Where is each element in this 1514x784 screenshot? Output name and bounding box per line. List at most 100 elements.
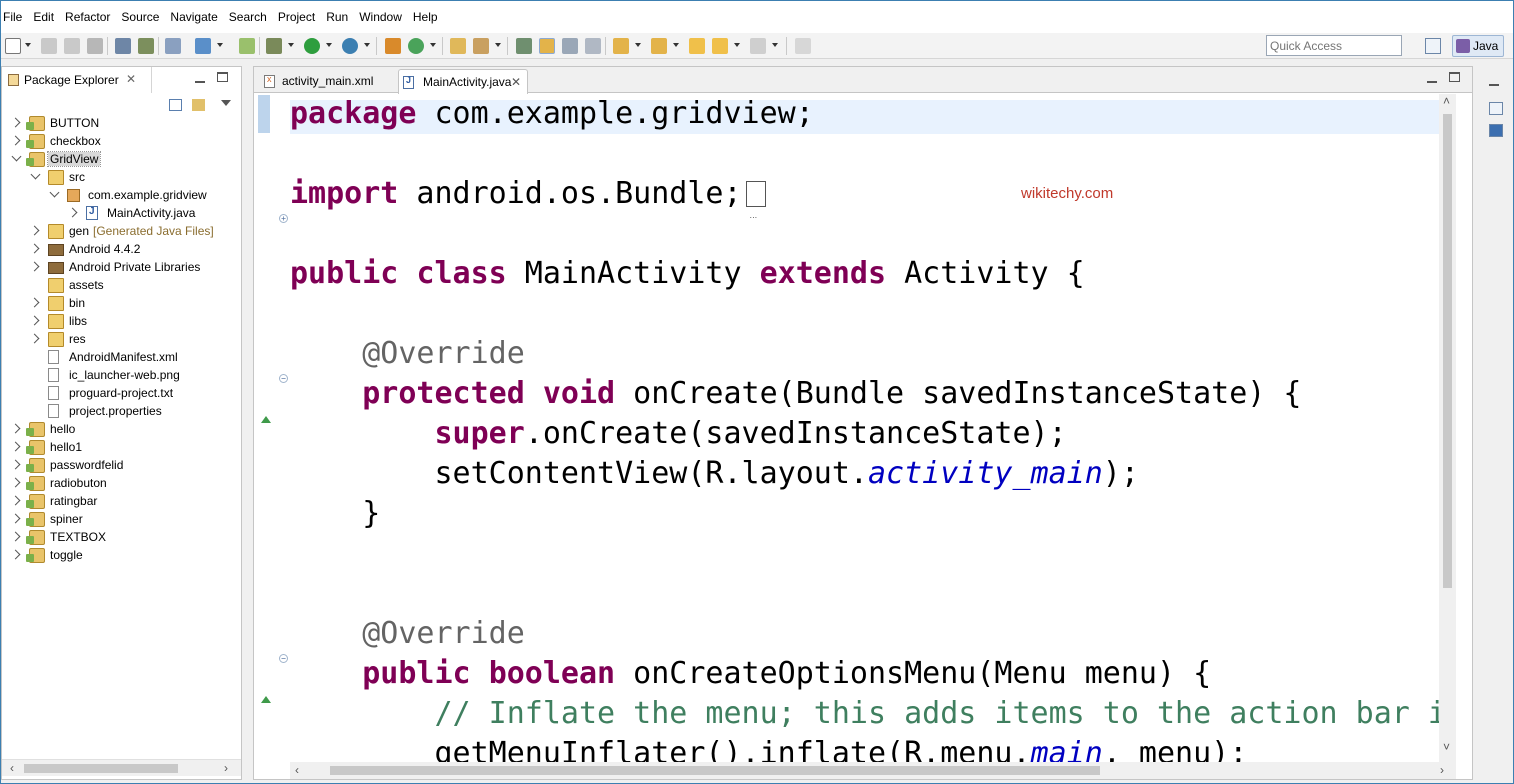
menu-project[interactable]: Project — [278, 10, 323, 24]
new-class-dropdown-icon[interactable] — [430, 43, 436, 47]
forward-dropdown-icon[interactable] — [772, 43, 778, 47]
folded-code-icon[interactable] — [745, 181, 766, 236]
tab-main-activity-java[interactable]: MainActivity.java ✕ — [398, 69, 528, 94]
menu-refactor[interactable]: Refactor — [65, 10, 118, 24]
chevron-right-icon[interactable] — [10, 135, 21, 146]
minimize-view-icon[interactable] — [195, 73, 205, 83]
scrollbar-thumb[interactable] — [330, 766, 1100, 775]
chevron-right-icon[interactable] — [10, 423, 21, 434]
previous-annotation-dropdown-icon[interactable] — [673, 43, 679, 47]
chevron-right-icon[interactable] — [29, 297, 40, 308]
chevron-right-icon[interactable] — [10, 549, 21, 560]
override-marker-icon[interactable] — [261, 416, 271, 423]
chevron-right-icon[interactable] — [29, 261, 40, 272]
chevron-right-icon[interactable] — [10, 495, 21, 506]
new-dropdown-icon[interactable] — [25, 43, 31, 47]
scroll-down-icon[interactable]: ˅ — [1443, 740, 1450, 754]
skip-breakpoints-icon[interactable] — [165, 38, 181, 54]
chevron-right-icon[interactable] — [29, 333, 40, 344]
scrollbar-thumb[interactable] — [1443, 114, 1452, 588]
scrollbar-thumb[interactable] — [24, 764, 178, 773]
package-explorer-tab[interactable]: Package Explorer ✕ — [2, 67, 152, 93]
chevron-right-icon[interactable] — [10, 477, 21, 488]
chevron-right-icon[interactable] — [29, 243, 40, 254]
previous-annotation-icon[interactable] — [651, 38, 667, 54]
new-icon[interactable] — [5, 38, 21, 54]
expand-imports-icon[interactable]: + — [279, 214, 288, 223]
maximize-view-icon[interactable] — [217, 72, 228, 82]
collapse-method-icon[interactable]: − — [279, 374, 288, 383]
chevron-right-icon[interactable] — [29, 225, 40, 236]
save-all-icon[interactable] — [64, 38, 80, 54]
menu-file[interactable]: File — [3, 10, 30, 24]
print-icon[interactable] — [87, 38, 103, 54]
show-whitespace-icon[interactable] — [585, 38, 601, 54]
last-edit-location-icon[interactable] — [689, 38, 705, 54]
new-java-package-icon[interactable] — [385, 38, 401, 54]
horizontal-scrollbar[interactable]: ‹ › — [290, 762, 1456, 779]
chevron-right-icon[interactable] — [10, 459, 21, 470]
menu-search[interactable]: Search — [229, 10, 275, 24]
task-list-view-icon[interactable] — [1489, 124, 1503, 137]
new-android-project-icon[interactable] — [239, 38, 255, 54]
debug-icon[interactable] — [266, 38, 282, 54]
collapse-method-icon[interactable]: − — [279, 654, 288, 663]
link-with-editor-icon[interactable] — [192, 99, 205, 111]
close-icon[interactable]: ✕ — [126, 72, 136, 86]
menu-window[interactable]: Window — [359, 10, 410, 24]
task-dropdown-icon[interactable] — [217, 43, 223, 47]
task-icon[interactable] — [195, 38, 211, 54]
code-editor[interactable]: package com.example.gridview; import andr… — [290, 94, 1439, 762]
external-tools-dropdown-icon[interactable] — [364, 43, 370, 47]
scroll-left-icon[interactable]: ‹ — [10, 761, 14, 775]
toggle-ant-editor-icon[interactable] — [516, 38, 532, 54]
new-java-class-icon[interactable] — [408, 38, 424, 54]
android-avd-manager-icon[interactable] — [138, 38, 154, 54]
search-icon[interactable] — [473, 38, 489, 54]
chevron-right-icon[interactable] — [10, 513, 21, 524]
maximize-editor-icon[interactable] — [1449, 72, 1460, 82]
open-perspective-icon[interactable] — [1425, 38, 1441, 54]
tab-activity-main-xml[interactable]: activity_main.xml — [258, 69, 394, 93]
debug-dropdown-icon[interactable] — [288, 43, 294, 47]
quick-access-input[interactable] — [1266, 35, 1402, 56]
restore-icon[interactable] — [1489, 80, 1499, 86]
menu-source[interactable]: Source — [121, 10, 167, 24]
chevron-right-icon[interactable] — [67, 207, 78, 218]
back-icon[interactable] — [712, 38, 728, 54]
run-dropdown-icon[interactable] — [326, 43, 332, 47]
toggle-mark-occurrences-icon[interactable] — [539, 38, 555, 54]
menu-navigate[interactable]: Navigate — [170, 10, 225, 24]
collapse-all-icon[interactable] — [169, 99, 182, 111]
scroll-up-icon[interactable]: ˄ — [1443, 94, 1450, 108]
horizontal-scrollbar[interactable]: ‹ › — [2, 759, 241, 776]
search-dropdown-icon[interactable] — [495, 43, 501, 47]
pin-editor-icon[interactable] — [795, 38, 811, 54]
chevron-right-icon[interactable] — [10, 531, 21, 542]
scroll-right-icon[interactable]: › — [224, 761, 228, 775]
chevron-down-icon[interactable] — [11, 151, 22, 162]
java-perspective-button[interactable]: Java — [1452, 35, 1504, 57]
run-icon[interactable] — [304, 38, 320, 54]
scroll-right-icon[interactable]: › — [1440, 763, 1444, 777]
open-type-icon[interactable] — [450, 38, 466, 54]
chevron-right-icon[interactable] — [10, 441, 21, 452]
menu-run[interactable]: Run — [326, 10, 356, 24]
minimize-editor-icon[interactable] — [1427, 73, 1437, 83]
menu-edit[interactable]: Edit — [33, 10, 62, 24]
toggle-block-selection-icon[interactable] — [562, 38, 578, 54]
chevron-right-icon[interactable] — [10, 117, 21, 128]
outline-view-icon[interactable] — [1489, 102, 1503, 115]
android-sdk-manager-icon[interactable] — [115, 38, 131, 54]
close-icon[interactable]: ✕ — [511, 75, 521, 89]
scroll-left-icon[interactable]: ‹ — [295, 763, 299, 777]
view-menu-icon[interactable] — [221, 100, 231, 106]
next-annotation-dropdown-icon[interactable] — [635, 43, 641, 47]
back-dropdown-icon[interactable] — [734, 43, 740, 47]
save-icon[interactable] — [41, 38, 57, 54]
vertical-scrollbar[interactable]: ˄ ˅ — [1439, 94, 1456, 762]
chevron-right-icon[interactable] — [29, 315, 40, 326]
chevron-down-icon[interactable] — [30, 169, 41, 180]
next-annotation-icon[interactable] — [613, 38, 629, 54]
external-tools-icon[interactable] — [342, 38, 358, 54]
